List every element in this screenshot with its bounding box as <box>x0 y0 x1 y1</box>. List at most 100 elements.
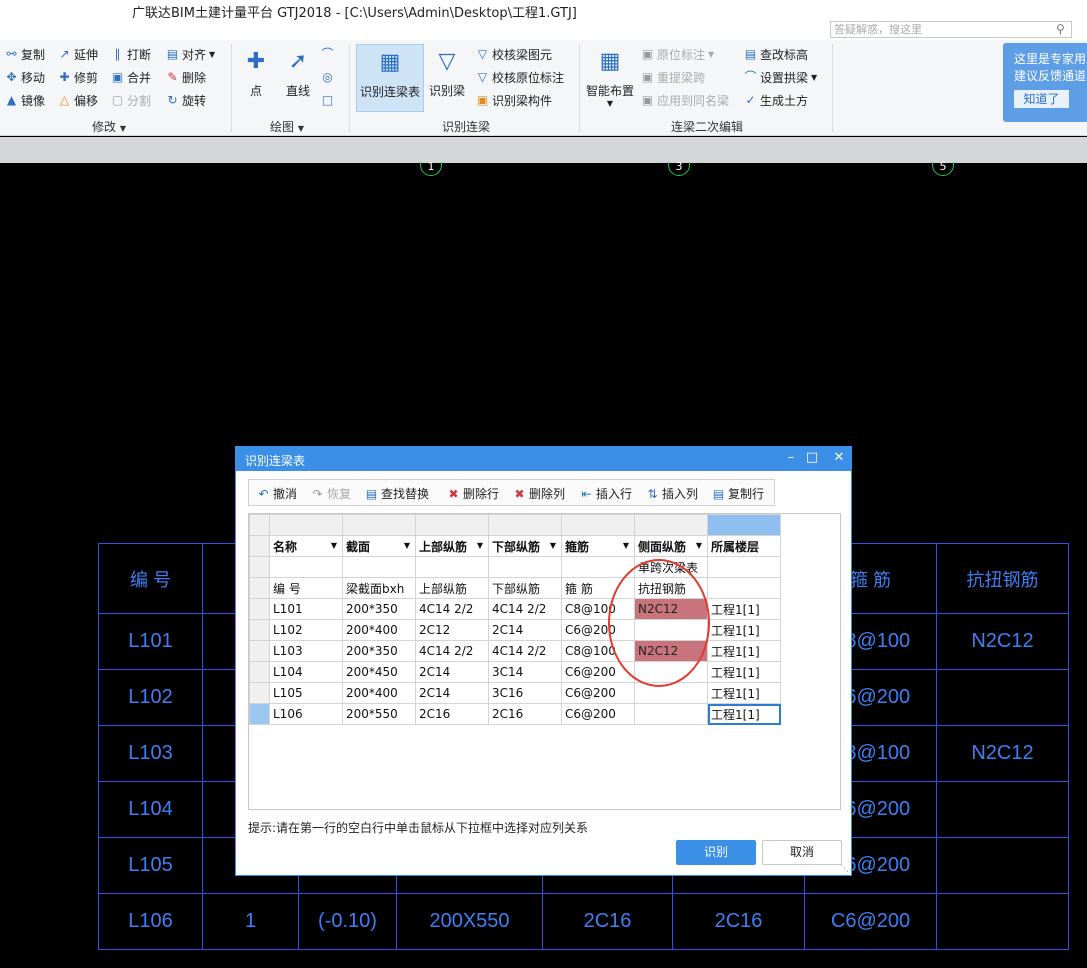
minimize-icon[interactable]: – <box>780 450 802 465</box>
row-header[interactable] <box>249 598 270 620</box>
row-header[interactable] <box>249 640 270 662</box>
maximize-icon[interactable]: □ <box>801 450 823 465</box>
trim-button[interactable]: ✚ 修剪 <box>57 67 98 87</box>
undo-button[interactable]: ↶ 撤消 <box>256 485 297 502</box>
offset-button[interactable]: △ 偏移 <box>57 90 98 110</box>
move-button[interactable]: ✥ 移动 <box>4 67 45 87</box>
grid-cell[interactable]: C6@200 <box>561 703 635 725</box>
break-button[interactable]: ∥ 打断 <box>110 44 152 64</box>
grid-cell[interactable]: L103 <box>269 640 343 662</box>
grid-cell[interactable] <box>415 556 489 578</box>
grid-column-header[interactable] <box>269 514 343 536</box>
grid-cell[interactable]: 4C14 2/2 <box>415 598 489 620</box>
grid-cell[interactable]: 4C14 2/2 <box>415 640 489 662</box>
identify-button[interactable]: 识别 <box>676 840 756 865</box>
column-mapping-dropdown[interactable]: 侧面纵筋 ▼ <box>634 535 708 557</box>
identify-beam-component-button[interactable]: ▣ 识别梁构件 <box>475 90 552 110</box>
grid-cell[interactable]: 编 号 <box>269 577 343 599</box>
grid-cell[interactable]: 2C16 <box>415 703 489 725</box>
column-mapping-dropdown[interactable]: 名称 ▼ <box>269 535 343 557</box>
grid-cell[interactable]: C6@200 <box>561 682 635 704</box>
help-search-input[interactable]: 答疑解惑，搜这里 <box>830 21 1072 38</box>
copy-button[interactable]: ⚯ 复制 <box>4 44 45 64</box>
find-replace-button[interactable]: ▤ 查找替换 <box>364 485 429 502</box>
grid-cell[interactable]: 下部纵筋 <box>488 577 562 599</box>
grid-cell[interactable]: 2C14 <box>415 682 489 704</box>
grid-cell[interactable] <box>707 556 781 578</box>
extend-button[interactable]: ↗ 延伸 <box>57 44 98 64</box>
rotate-button[interactable]: ↻ 旋转 <box>165 90 206 110</box>
identify-beam-table-button[interactable]: ▦ 识别连梁表 <box>356 44 424 112</box>
check-in-situ-mark-button[interactable]: ▽ 校核原位标注 <box>475 67 564 87</box>
grid-column-header[interactable] <box>634 514 708 536</box>
grid-cell[interactable]: 上部纵筋 <box>415 577 489 599</box>
draw-group-label[interactable]: 绘图 ▼ <box>270 118 304 135</box>
align-button[interactable]: ▤ 对齐 ▼ <box>165 44 215 64</box>
grid-cell[interactable]: 工程1[1] <box>707 619 781 641</box>
delete-column-button[interactable]: ✖ 删除列 <box>512 485 565 502</box>
grid-column-header[interactable] <box>415 514 489 536</box>
tip-got-it-button[interactable]: 知道了 <box>1014 90 1069 108</box>
grid-cell[interactable]: 2C16 <box>488 703 562 725</box>
row-header[interactable] <box>249 682 270 704</box>
edit-elevation-button[interactable]: ▤ 查改标高 <box>743 44 808 64</box>
split-button[interactable]: ▢ 分割 <box>110 90 151 110</box>
column-mapping-dropdown[interactable]: 箍筋 ▼ <box>561 535 635 557</box>
mirror-button[interactable]: ▲ 镜像 <box>4 90 45 110</box>
grid-cell[interactable]: 工程1[1] <box>707 640 781 662</box>
grid-cell[interactable]: 200*550 <box>342 703 416 725</box>
arc-button[interactable]: ⌒ <box>320 44 337 64</box>
grid-cell[interactable]: 3C14 <box>488 661 562 683</box>
column-mapping-dropdown[interactable]: 下部纵筋 ▼ <box>488 535 562 557</box>
grid-cell[interactable]: 工程1[1] <box>707 661 781 683</box>
grid-column-header[interactable] <box>488 514 562 536</box>
grid-cell[interactable]: 200*350 <box>342 598 416 620</box>
grid-column-header[interactable] <box>342 514 416 536</box>
circle-button[interactable]: ◎ <box>320 67 337 87</box>
grid-cell[interactable]: L102 <box>269 619 343 641</box>
row-header[interactable] <box>249 661 270 683</box>
redo-button[interactable]: ↷ 恢复 <box>310 485 351 502</box>
grid-cell[interactable]: 2C12 <box>415 619 489 641</box>
grid-cell[interactable]: L104 <box>269 661 343 683</box>
identify-beam-button[interactable]: ▽ 识别梁 <box>429 46 465 99</box>
grid-cell[interactable]: 200*350 <box>342 640 416 662</box>
point-button[interactable]: ✚ 点 <box>240 46 272 99</box>
grid-cell[interactable] <box>269 556 343 578</box>
grid-corner[interactable] <box>249 514 270 536</box>
modify-group-label[interactable]: 修改 ▼ <box>92 118 126 135</box>
row-header[interactable] <box>249 556 270 578</box>
row-header[interactable] <box>249 619 270 641</box>
in-situ-mark-button[interactable]: ▣ 原位标注 ▼ <box>640 44 714 64</box>
generate-earthwork-button[interactable]: ✓ 生成土方 <box>743 90 808 110</box>
grid-cell[interactable] <box>634 703 708 725</box>
grid-cell[interactable]: L105 <box>269 682 343 704</box>
row-header[interactable] <box>249 703 270 725</box>
column-mapping-dropdown[interactable]: 上部纵筋 ▼ <box>415 535 489 557</box>
rectangle-button[interactable]: □ <box>320 90 337 110</box>
grid-cell[interactable]: L106 <box>269 703 343 725</box>
row-header[interactable] <box>249 577 270 599</box>
grid-column-header[interactable] <box>561 514 635 536</box>
grid-cell[interactable]: 4C14 2/2 <box>488 640 562 662</box>
close-icon[interactable]: ✕ <box>828 450 850 465</box>
grid-cell[interactable]: 工程1[1] <box>707 682 781 704</box>
grid-cell[interactable] <box>634 682 708 704</box>
set-arch-beam-button[interactable]: ⌒ 设置拱梁 ▼ <box>743 67 817 87</box>
grid-cell[interactable] <box>561 556 635 578</box>
apply-same-name-button[interactable]: ▣ 应用到同名梁 <box>640 90 729 110</box>
grid-cell[interactable]: 200*400 <box>342 619 416 641</box>
grid-cell[interactable]: 2C14 <box>415 661 489 683</box>
column-mapping-dropdown[interactable]: 所属楼层 <box>707 535 781 557</box>
grid-cell[interactable]: 梁截面bxh <box>342 577 416 599</box>
row-header[interactable] <box>249 535 270 557</box>
grid-cell[interactable] <box>488 556 562 578</box>
line-button[interactable]: ➚ 直线 <box>282 46 314 99</box>
re-extract-span-button[interactable]: ▣ 重提梁跨 <box>640 67 705 87</box>
insert-row-button[interactable]: ⇤ 插入行 <box>579 485 632 502</box>
grid-cell[interactable] <box>707 577 781 599</box>
copy-row-button[interactable]: ▤ 复制行 <box>711 485 764 502</box>
grid-cell[interactable]: L101 <box>269 598 343 620</box>
cancel-button[interactable]: 取消 <box>762 840 842 865</box>
grid-cell[interactable]: 工程1[1] <box>707 598 781 620</box>
